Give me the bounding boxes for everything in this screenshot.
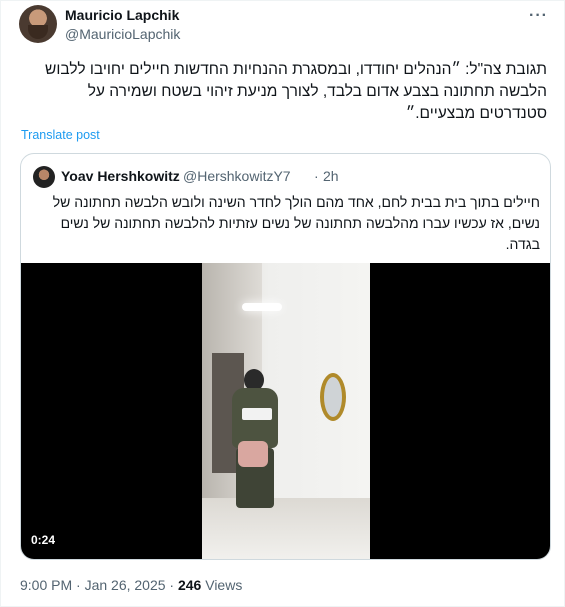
- video-duration: 0:24: [31, 533, 56, 547]
- video-floor: [202, 498, 370, 559]
- quoted-post-text: חיילים בתוך בית בבית לחם, אחד מהם הולך ל…: [52, 194, 540, 252]
- quoted-separator: ·: [314, 168, 319, 184]
- post-meta: 9:00 PM · Jan 26, 2025 · 246 Views: [20, 577, 242, 593]
- avatar-beard: [28, 25, 48, 39]
- video-mirror: [320, 373, 346, 421]
- more-icon[interactable]: ···: [529, 7, 548, 25]
- author-avatar[interactable]: [19, 5, 57, 43]
- quoted-author-avatar[interactable]: [33, 166, 55, 188]
- video-ceiling-light: [242, 303, 282, 311]
- author-name[interactable]: Mauricio Lapchik: [65, 7, 179, 23]
- video-soldier-detail: [238, 441, 268, 467]
- quoted-post[interactable]: Yoav Hershkowitz @HershkowitzY7 · 2h חיי…: [20, 153, 551, 560]
- views-label: Views: [201, 577, 243, 593]
- post-timestamp[interactable]: 9:00 PM · Jan 26, 2025 ·: [20, 577, 178, 593]
- video-player[interactable]: 0:24: [21, 263, 550, 559]
- quoted-author-name[interactable]: Yoav Hershkowitz: [61, 168, 180, 184]
- post-text: תגובת צה"ל: ״הנהלים יחודדו, ובמסגרת ההנח…: [45, 61, 547, 122]
- author-handle[interactable]: @MauricioLapchik: [65, 26, 180, 42]
- translate-post-link[interactable]: Translate post: [21, 128, 100, 142]
- views-count: 246: [177, 577, 202, 593]
- quoted-author-handle[interactable]: @HershkowitzY7: [183, 168, 291, 184]
- video-frame: [202, 263, 370, 559]
- video-patch: [242, 408, 272, 420]
- post-card[interactable]: Mauricio Lapchik @MauricioLapchik ··· תג…: [0, 0, 565, 607]
- quoted-time[interactable]: 2h: [323, 168, 339, 184]
